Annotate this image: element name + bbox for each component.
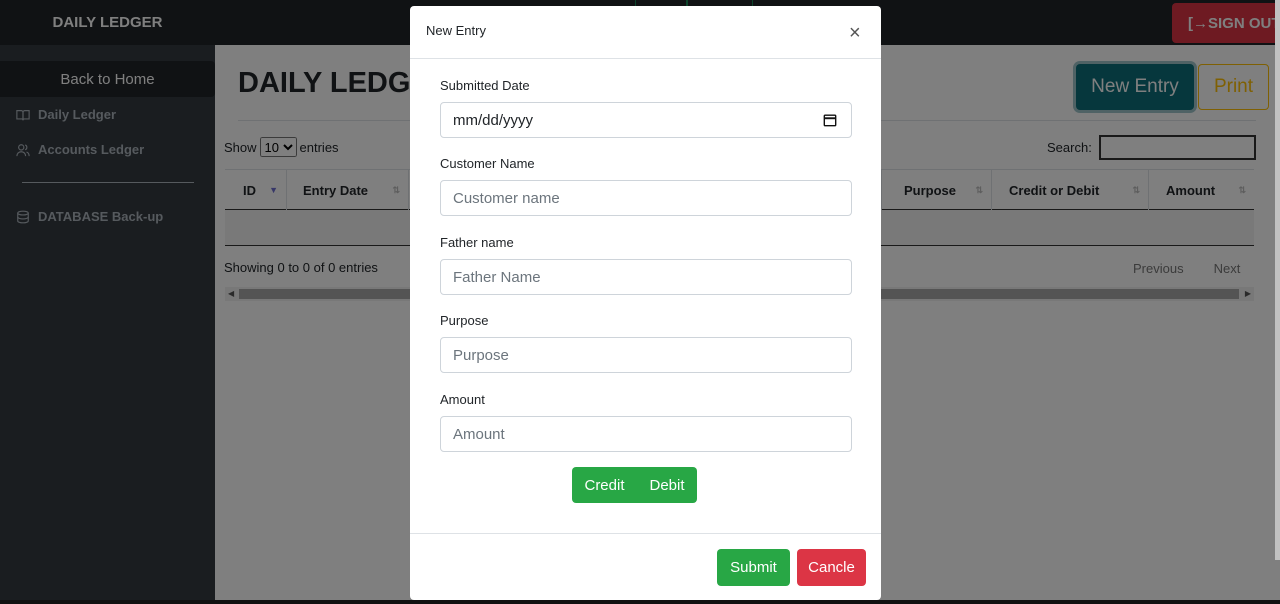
new-entry-modal: New Entry × Submitted Date mm/dd/yyyy Cu… [410,6,881,600]
father-name-input[interactable] [440,259,852,295]
customer-name-label: Customer Name [440,156,535,171]
purpose-label: Purpose [440,313,489,328]
debit-button[interactable]: Debit [637,467,697,503]
calendar-icon[interactable] [823,113,837,127]
vertical-scrollbar[interactable] [1275,0,1280,560]
submitted-date-label: Submitted Date [440,78,530,93]
modal-footer: Submit Cancle [410,533,881,600]
father-name-label: Father name [440,235,514,250]
customer-name-input[interactable] [440,180,852,216]
cancel-button[interactable]: Cancle [797,549,866,586]
close-icon[interactable]: × [849,23,861,43]
submit-button[interactable]: Submit [717,549,790,586]
modal-header: New Entry × [410,6,881,59]
submitted-date-input[interactable]: mm/dd/yyyy [440,102,852,138]
modal-title: New Entry [426,23,486,38]
credit-button[interactable]: Credit [572,467,637,503]
credit-debit-toggle: Credit Debit [572,467,697,503]
amount-label: Amount [440,392,485,407]
amount-input[interactable] [440,416,852,452]
window-bottom-edge [0,600,1280,604]
purpose-input[interactable] [440,337,852,373]
